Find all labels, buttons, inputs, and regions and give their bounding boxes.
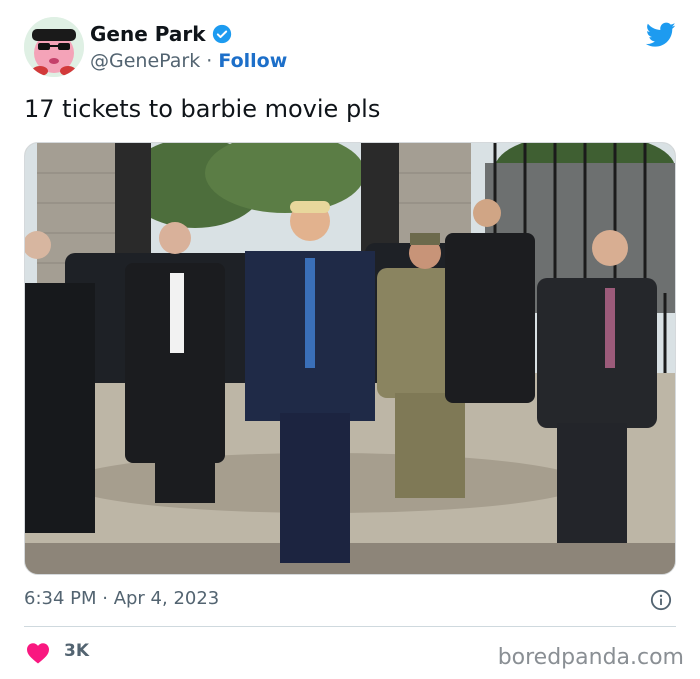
- handle-row: @GenePark · Follow: [90, 50, 287, 72]
- avatar-image: [24, 17, 84, 77]
- tweet-photo[interactable]: [24, 142, 676, 575]
- separator-dot: ·: [206, 50, 213, 72]
- follow-button[interactable]: Follow: [218, 50, 287, 72]
- info-icon[interactable]: [650, 589, 672, 611]
- author-handle[interactable]: @GenePark: [90, 50, 200, 72]
- divider: [24, 626, 676, 627]
- author-name[interactable]: Gene Park: [90, 22, 206, 46]
- avatar[interactable]: [24, 17, 84, 77]
- photo-image: [25, 143, 675, 574]
- heart-icon[interactable]: [26, 642, 50, 664]
- like-count: 3K: [64, 641, 90, 661]
- watermark: boredpanda.com: [497, 645, 684, 670]
- twitter-bird-icon[interactable]: [646, 22, 676, 48]
- author-name-row[interactable]: Gene Park: [90, 22, 232, 46]
- verified-badge-icon: [212, 24, 231, 44]
- tweet-text: 17 tickets to barbie movie pls: [24, 95, 381, 123]
- tweet-card: Gene Park @GenePark · Follow 17 tickets …: [0, 0, 700, 679]
- tweet-timestamp[interactable]: 6:34 PM · Apr 4, 2023: [24, 588, 219, 609]
